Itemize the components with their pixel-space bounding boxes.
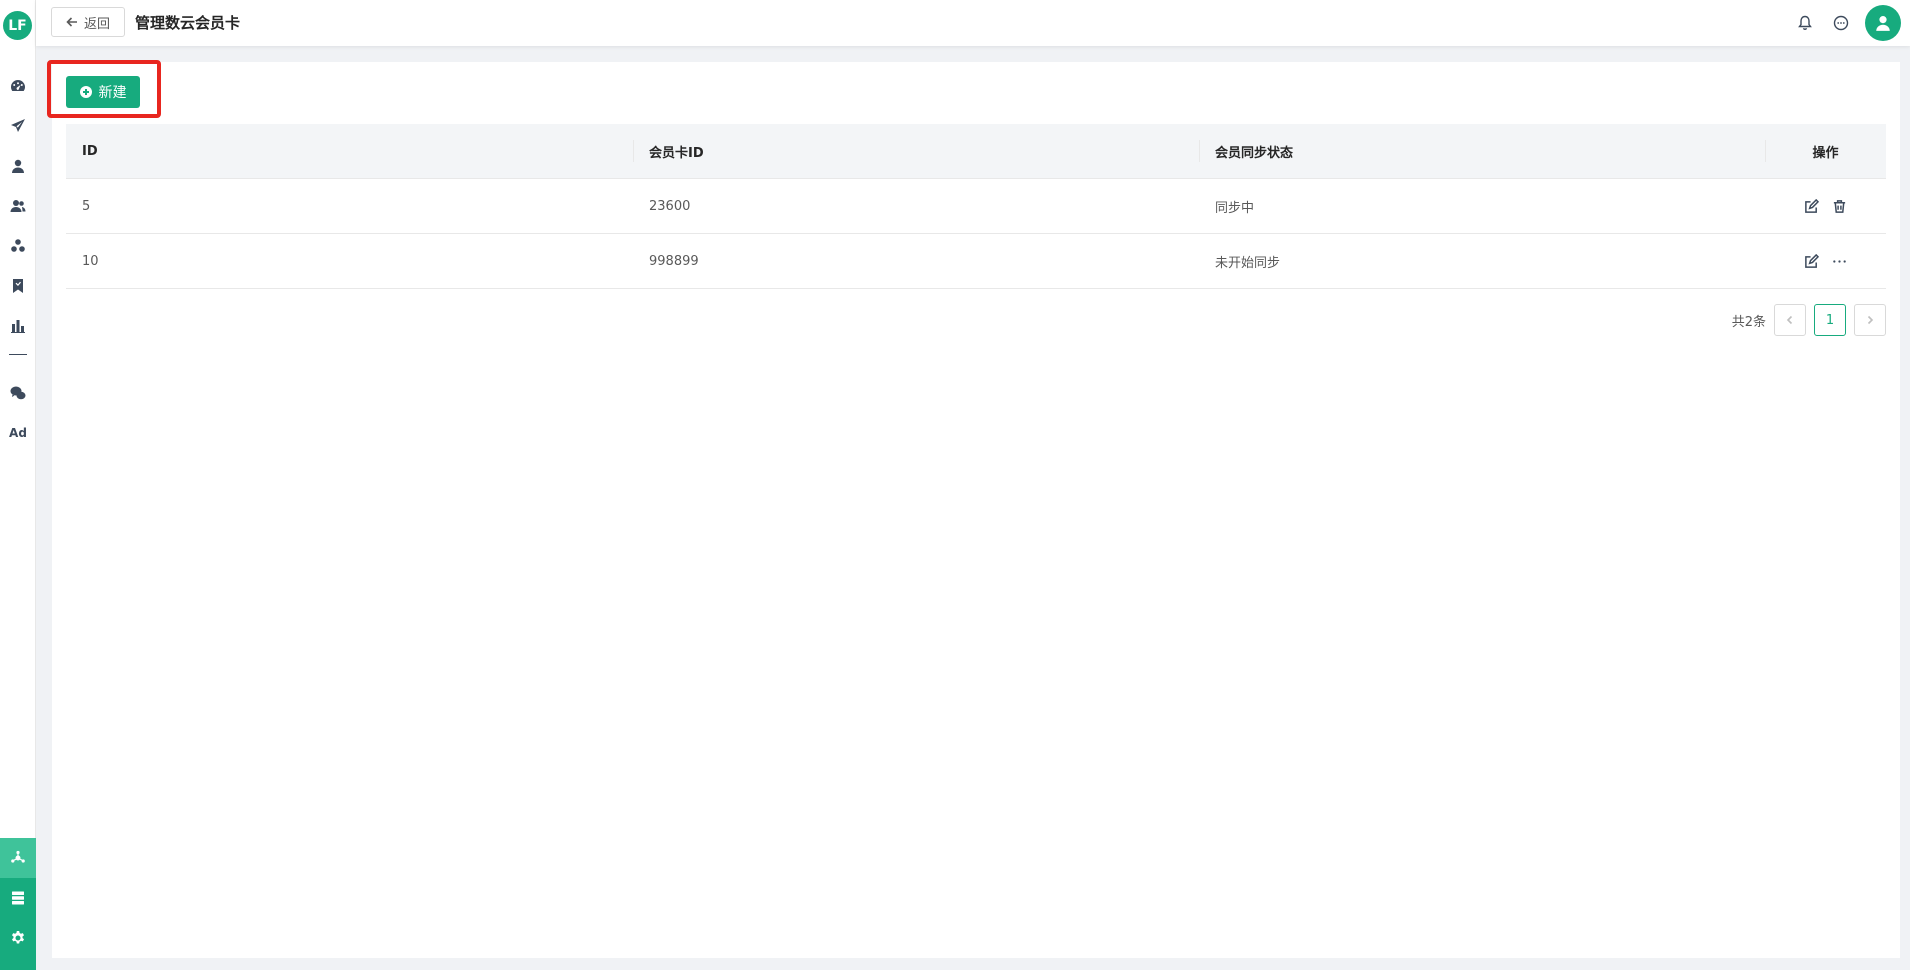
dashboard-icon: [11, 80, 25, 91]
group-icon: [11, 239, 25, 252]
network-icon: [11, 850, 25, 863]
ad-label: Ad: [9, 426, 27, 440]
user-avatar[interactable]: [1865, 5, 1901, 41]
header-actions: [1787, 0, 1910, 46]
sidebar-item-ad[interactable]: Ad: [0, 413, 36, 453]
user-icon: [12, 159, 24, 173]
server-icon: [12, 891, 24, 905]
sidebar-item-bookmark[interactable]: [0, 266, 36, 306]
chevron-right-icon: [1867, 315, 1874, 325]
messages-button[interactable]: [1823, 0, 1859, 46]
users-icon: [10, 200, 26, 212]
back-button-label: 返回: [83, 16, 110, 32]
sidebar-item-network[interactable]: [0, 838, 36, 878]
edit-icon: [1805, 253, 1819, 268]
wechat-icon: [10, 386, 26, 400]
chat-icon: [1833, 15, 1849, 31]
more-icon: [1833, 259, 1846, 263]
sidebar-item-wechat[interactable]: [0, 373, 36, 413]
send-icon: [11, 119, 25, 132]
cell-id: 10: [82, 253, 99, 269]
arrow-left-icon: [66, 17, 77, 27]
cell-actions: [1765, 179, 1886, 233]
prev-page-button[interactable]: [1774, 304, 1806, 336]
settings-icon: [11, 931, 24, 944]
edit-button[interactable]: [1803, 197, 1821, 215]
sidebar-divider: [9, 354, 27, 355]
cell-card-id: 23600: [649, 198, 691, 214]
pagination-total: 共2条: [1731, 314, 1766, 330]
plus-circle-icon: [79, 86, 92, 98]
sidebar-bottom: [0, 838, 36, 970]
edit-icon: [1805, 198, 1819, 213]
next-page-button[interactable]: [1854, 304, 1886, 336]
sidebar-item-server[interactable]: [0, 878, 36, 918]
content-card: 新建 ID 会员卡ID 会员同步状态 操作 5 23600 同步中 10 998: [47, 60, 1900, 958]
sidebar-item-settings[interactable]: [0, 918, 36, 958]
table-header: ID 会员卡ID 会员同步状态 操作: [66, 124, 1886, 179]
cell-sync-status: 同步中: [1215, 200, 1255, 216]
sidebar-item-dashboard[interactable]: [0, 66, 36, 106]
bar-chart-icon: [11, 320, 25, 333]
table-row: 10 998899 未开始同步: [66, 234, 1886, 289]
back-button[interactable]: 返回: [51, 7, 125, 37]
cell-id: 5: [82, 198, 91, 214]
cell-sync-status: 未开始同步: [1215, 255, 1281, 271]
cell-card-id: 998899: [649, 253, 699, 269]
page-title: 管理数云会员卡: [135, 14, 241, 32]
column-header-actions: 操作: [1765, 124, 1886, 178]
page-button-current[interactable]: 1: [1814, 304, 1846, 336]
bell-icon: [1798, 15, 1812, 30]
avatar-icon: [1876, 16, 1890, 31]
sidebar-item-group[interactable]: [0, 226, 36, 266]
table-row: 5 23600 同步中: [66, 179, 1886, 234]
sidebar-item-user[interactable]: [0, 146, 36, 186]
new-button[interactable]: 新建: [66, 76, 140, 108]
app-logo[interactable]: LF: [3, 11, 32, 40]
pagination: 共2条 1: [1732, 304, 1886, 336]
more-button[interactable]: [1831, 252, 1849, 270]
sidebar: LF Ad: [0, 0, 36, 970]
column-header-card-id: 会员卡ID: [633, 124, 1199, 178]
member-card-table: ID 会员卡ID 会员同步状态 操作 5 23600 同步中 10 998899…: [66, 124, 1886, 289]
sidebar-item-send[interactable]: [0, 106, 36, 146]
column-header-id: ID: [82, 143, 98, 159]
edit-button[interactable]: [1803, 252, 1821, 270]
delete-button[interactable]: [1831, 197, 1849, 215]
top-header: 返回 管理数云会员卡: [36, 0, 1910, 46]
sidebar-item-users[interactable]: [0, 186, 36, 226]
bookmark-icon: [13, 279, 23, 293]
column-header-sync-status: 会员同步状态: [1199, 124, 1765, 178]
delete-icon: [1833, 199, 1846, 213]
chevron-left-icon: [1786, 315, 1793, 325]
new-button-label: 新建: [98, 85, 127, 101]
sidebar-item-chart[interactable]: [0, 306, 36, 346]
cell-actions: [1765, 234, 1886, 288]
sidebar-nav: Ad: [0, 66, 36, 453]
notifications-button[interactable]: [1787, 0, 1823, 46]
